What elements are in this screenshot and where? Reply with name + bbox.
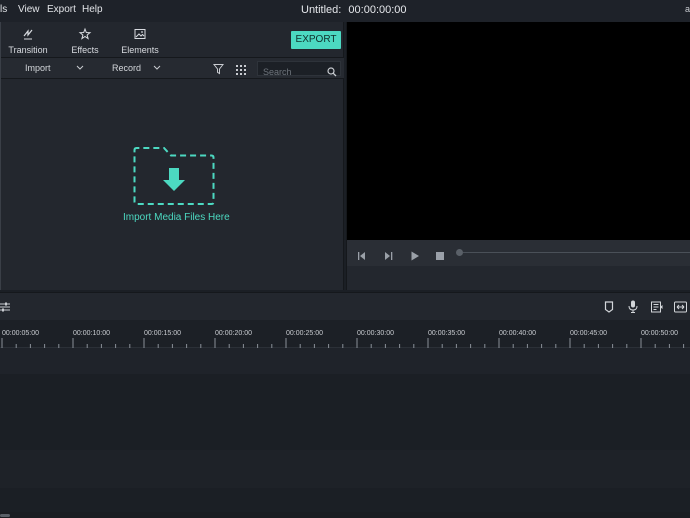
menu-export[interactable]: Export: [47, 4, 76, 15]
elements-icon: [115, 27, 165, 43]
ruler-label: 00:00:30:00: [357, 330, 394, 337]
stop-icon[interactable]: [435, 248, 445, 266]
media-library-panel: Transition Effects Elements EXPORT Impor…: [0, 22, 344, 290]
ruler-label: 00:00:40:00: [499, 330, 536, 337]
grid-view-icon[interactable]: [236, 63, 247, 81]
playback-controls: [347, 240, 690, 266]
track-row[interactable]: [0, 450, 690, 488]
track-row[interactable]: [0, 374, 690, 450]
scrollbar-thumb[interactable]: [0, 514, 10, 517]
timeline-ruler[interactable]: 00:00:05:00 00:00:10:00 00:00:15:00 00:0…: [0, 320, 690, 348]
microphone-icon[interactable]: [628, 300, 638, 318]
tab-effects[interactable]: Effects: [60, 27, 110, 55]
project-name: Untitled:: [301, 4, 342, 16]
timeline-scrollbar[interactable]: [0, 512, 690, 518]
scrubber-track[interactable]: [463, 252, 690, 253]
menu-help[interactable]: Help: [82, 4, 103, 15]
next-frame-icon[interactable]: [383, 248, 393, 266]
transition-icon: [3, 27, 53, 43]
ruler-label: 00:00:05:00: [2, 330, 39, 337]
ruler-label: 00:00:10:00: [73, 330, 110, 337]
preview-panel: [346, 22, 690, 290]
record-dropdown[interactable]: Record: [112, 63, 141, 73]
tab-elements[interactable]: Elements: [115, 27, 165, 55]
folder-download-icon: [133, 146, 215, 211]
track-row[interactable]: [0, 488, 690, 512]
scrubber-handle[interactable]: [456, 249, 463, 256]
import-dropdown[interactable]: Import: [25, 63, 51, 73]
ruler-label: 00:00:35:00: [428, 330, 465, 337]
track-row[interactable]: [0, 348, 690, 374]
tab-elements-label: Elements: [121, 45, 159, 55]
play-icon[interactable]: [410, 248, 420, 266]
settings-sliders-icon[interactable]: [0, 300, 10, 318]
ruler-label: 00:00:15:00: [144, 330, 181, 337]
menu-bar: ls View Export Help Untitled: 00:00:00:0…: [0, 0, 690, 22]
library-toolbar: Import Record: [1, 57, 344, 79]
ruler-label: 00:00:50:00: [641, 330, 678, 337]
ruler-label: 00:00:45:00: [570, 330, 607, 337]
marker-icon[interactable]: [604, 300, 614, 318]
timeline-toolbar: [0, 292, 690, 320]
tab-effects-label: Effects: [71, 45, 99, 55]
chevron-down-icon[interactable]: [76, 61, 84, 80]
project-timecode: 00:00:00:00: [348, 4, 407, 16]
ruler-label: 00:00:20:00: [215, 330, 252, 337]
video-viewer[interactable]: [347, 22, 690, 240]
menu-overflow[interactable]: a: [685, 4, 690, 14]
timeline-tracks: [0, 348, 690, 518]
ruler-ticks: [1, 338, 685, 348]
chevron-down-icon[interactable]: [153, 61, 161, 80]
tab-transition-label: Transition: [8, 45, 48, 55]
search-icon[interactable]: [327, 64, 337, 82]
tab-transition[interactable]: Transition: [3, 27, 53, 55]
ruler-label: 00:00:25:00: [286, 330, 323, 337]
export-button[interactable]: EXPORT: [291, 31, 341, 49]
search-box: [257, 61, 341, 79]
menu-tools[interactable]: ls: [0, 4, 7, 15]
menu-view[interactable]: View: [18, 4, 40, 15]
voiceover-icon[interactable]: [651, 300, 663, 318]
prev-frame-icon[interactable]: [357, 248, 367, 266]
filter-icon[interactable]: [212, 62, 225, 80]
search-input[interactable]: [258, 65, 324, 79]
project-title: Untitled: 00:00:00:00: [301, 4, 407, 16]
effects-icon: [60, 27, 110, 43]
fit-timeline-icon[interactable]: [674, 300, 687, 318]
drop-zone-label: Import Media Files Here: [123, 212, 230, 223]
